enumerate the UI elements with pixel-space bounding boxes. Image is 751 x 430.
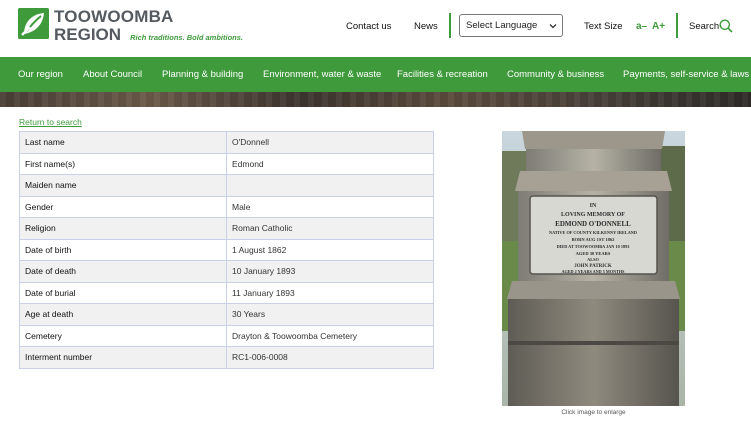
news-link[interactable]: News <box>414 0 438 52</box>
table-row: Cemetery Drayton & Toowoomba Cemetery <box>19 324 434 347</box>
table-row: Interment number RC1-006-0008 <box>19 346 434 369</box>
headstone-photo[interactable]: IN LOVING MEMORY OF EDMOND O'DONNELL NAT… <box>502 131 685 406</box>
photo-caption: Click image to enlarge <box>561 409 626 416</box>
field-value: 11 January 1893 <box>226 281 434 304</box>
field-value: Roman Catholic <box>226 217 434 240</box>
table-row: Religion Roman Catholic <box>19 217 434 240</box>
svg-text:EDMOND O'DONNELL: EDMOND O'DONNELL <box>555 220 631 228</box>
logo-tagline: Rich traditions. Bold ambitions. <box>130 33 243 42</box>
interment-record-table: Last name O'Donnell First name(s) Edmond Mai… <box>19 131 434 369</box>
svg-text:LOVING MEMORY OF: LOVING MEMORY OF <box>561 212 625 218</box>
hero-banner-strip <box>0 92 751 107</box>
field-label: Maiden name <box>19 174 227 197</box>
svg-text:IN: IN <box>590 203 597 209</box>
field-value: Male <box>226 195 434 218</box>
field-label: Interment number <box>19 346 227 369</box>
table-row: Age at death 30 Years <box>19 303 434 326</box>
header-divider <box>449 13 451 38</box>
logo-wordmark-line1: TOOWOOMBA <box>54 7 174 26</box>
language-select[interactable]: Select Language <box>459 14 563 37</box>
field-value <box>226 174 434 197</box>
table-row: Date of death 10 January 1893 <box>19 260 434 283</box>
return-to-search-link[interactable]: Return to search <box>19 117 82 127</box>
field-value: 1 August 1862 <box>226 238 434 261</box>
field-label: Gender <box>19 195 227 218</box>
site-logo[interactable]: TOOWOOMBA REGION Rich traditions. Bold a… <box>18 8 243 43</box>
svg-text:AGED 2 YEARS AND 5 MONTHS: AGED 2 YEARS AND 5 MONTHS <box>561 269 625 274</box>
table-row: First name(s) Edmond <box>19 152 434 175</box>
language-select-value: Select Language <box>466 20 538 31</box>
field-label: Last name <box>19 131 227 154</box>
main-navigation: Our region About Council Planning & buil… <box>0 57 751 92</box>
logo-wordmark-line2: REGION <box>54 25 122 44</box>
nav-planning-building[interactable]: Planning & building <box>162 57 243 92</box>
nav-about-council[interactable]: About Council <box>83 57 142 92</box>
table-row: Maiden name <box>19 174 434 197</box>
field-label: Age at death <box>19 303 227 326</box>
text-size-label: Text Size <box>584 20 623 32</box>
field-value: 30 Years <box>226 303 434 326</box>
contact-us-link[interactable]: Contact us <box>346 0 391 52</box>
nav-our-region[interactable]: Our region <box>18 57 63 92</box>
table-row: Date of birth 1 August 1862 <box>19 238 434 261</box>
table-row: Last name O'Donnell <box>19 131 434 154</box>
header-divider <box>676 13 678 38</box>
field-value: O'Donnell <box>226 131 434 154</box>
field-value: RC1-006-0008 <box>226 346 434 369</box>
field-label: Religion <box>19 217 227 240</box>
text-smaller-button[interactable]: a– <box>636 0 647 52</box>
nav-environment-water-waste[interactable]: Environment, water & waste <box>263 57 381 92</box>
svg-text:AGED 30 YEARS: AGED 30 YEARS <box>576 251 611 256</box>
svg-text:BORN AUG 1ST 1862: BORN AUG 1ST 1862 <box>572 237 616 242</box>
field-label: First name(s) <box>19 152 227 175</box>
site-header: TOOWOOMBA REGION Rich traditions. Bold a… <box>0 0 751 57</box>
logo-leaf-icon <box>18 8 49 39</box>
nav-payments-self-service-laws[interactable]: Payments, self-service & laws <box>623 57 749 92</box>
svg-text:ALSO: ALSO <box>587 257 599 262</box>
field-label: Cemetery <box>19 324 227 347</box>
table-row: Date of burial 11 January 1893 <box>19 281 434 304</box>
svg-text:NATIVE OF COUNTY KILKENNY IREL: NATIVE OF COUNTY KILKENNY IRELAND <box>549 230 637 235</box>
text-larger-button[interactable]: A+ <box>652 0 665 52</box>
chevron-down-icon <box>549 24 557 29</box>
nav-facilities-recreation[interactable]: Facilities & recreation <box>397 57 488 92</box>
field-value: Edmond <box>226 152 434 175</box>
svg-text:DIED AT TOOWOOMBA JAN 10 1893: DIED AT TOOWOOMBA JAN 10 1893 <box>557 244 630 249</box>
headstone-image: IN LOVING MEMORY OF EDMOND O'DONNELL NAT… <box>502 131 685 406</box>
field-label: Date of burial <box>19 281 227 304</box>
field-value: Drayton & Toowoomba Cemetery <box>226 324 434 347</box>
nav-community-business[interactable]: Community & business <box>507 57 604 92</box>
search-link[interactable]: Search <box>689 0 719 52</box>
search-icon[interactable] <box>719 19 733 33</box>
field-label: Date of birth <box>19 238 227 261</box>
field-label: Date of death <box>19 260 227 283</box>
field-value: 10 January 1893 <box>226 260 434 283</box>
table-row: Gender Male <box>19 195 434 218</box>
